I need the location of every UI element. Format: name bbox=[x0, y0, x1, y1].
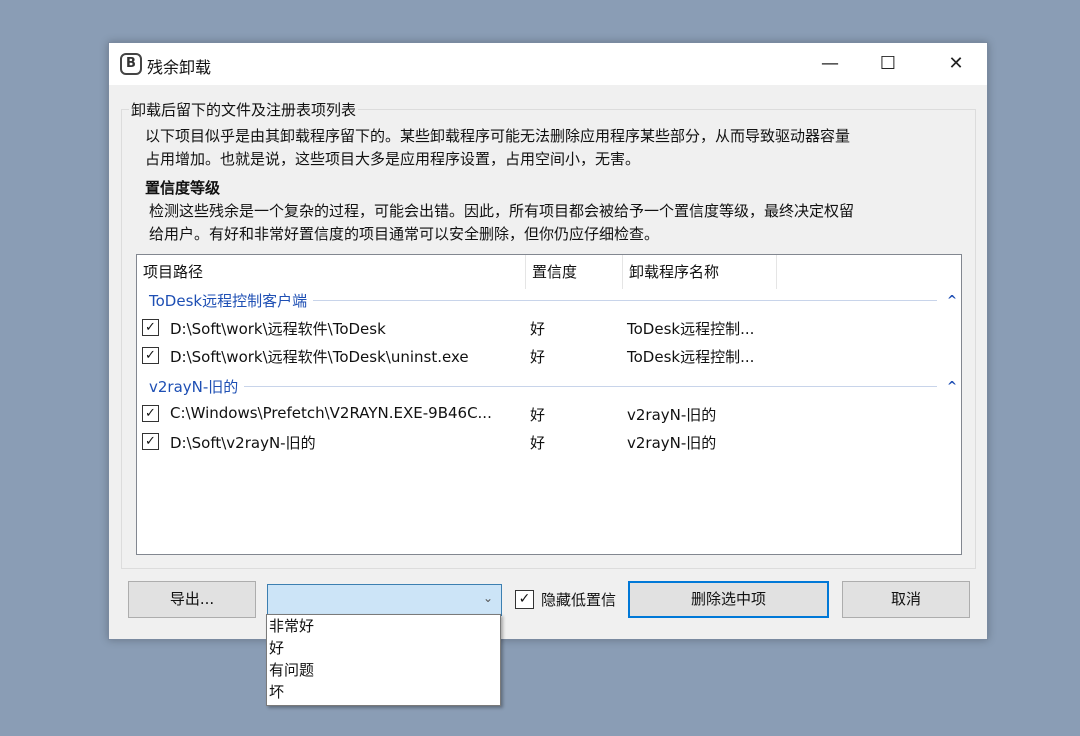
app-icon: B bbox=[120, 53, 142, 75]
dropdown-option[interactable]: 好 bbox=[267, 637, 500, 659]
title-bar: B 残余卸载 — ☐ ✕ bbox=[109, 43, 987, 85]
collapse-chevron-icon[interactable]: ^ bbox=[947, 293, 957, 307]
confidence-dropdown-list[interactable]: 非常好 好 有问题 坏 bbox=[266, 614, 501, 706]
hide-low-label[interactable]: 隐藏低置信 bbox=[541, 589, 616, 610]
chevron-down-icon[interactable]: ⌄ bbox=[483, 591, 493, 605]
item-checkbox[interactable]: ✓ bbox=[142, 319, 159, 336]
leftovers-list[interactable]: 项目路径 置信度 卸载程序名称 ToDesk远程控制客户端 ^ ✓ D:\Soft\… bbox=[136, 254, 962, 555]
intro-text: 以下项目似乎是由其卸载程序留下的。某些卸载程序可能无法删除应用程序某些部分，从而… bbox=[145, 125, 965, 171]
column-header-confidence[interactable]: 置信度 bbox=[526, 255, 623, 289]
item-checkbox[interactable]: ✓ bbox=[142, 405, 159, 422]
confidence-line: 检测这些残余是一个复杂的过程，可能会出错。因此，所有项目都会被给予一个置信度等级… bbox=[149, 202, 855, 220]
confidence-text: 检测这些残余是一个复杂的过程，可能会出错。因此，所有项目都会被给予一个置信度等级… bbox=[149, 200, 969, 246]
confidence-line: 给用户。有好和非常好置信度的项目通常可以安全删除，但你仍应仔细检查。 bbox=[149, 225, 660, 243]
intro-line: 以下项目似乎是由其卸载程序留下的。某些卸载程序可能无法删除应用程序某些部分，从而… bbox=[145, 127, 851, 145]
item-confidence: 好 bbox=[530, 348, 546, 366]
list-item[interactable]: ✓ D:\Soft\work\远程软件\ToDesk\uninst.exe 好 ToD… bbox=[137, 343, 963, 369]
item-checkbox[interactable]: ✓ bbox=[142, 433, 159, 450]
close-button[interactable]: ✕ bbox=[933, 43, 979, 85]
column-header-path[interactable]: 项目路径 bbox=[137, 255, 526, 289]
item-confidence: 好 bbox=[530, 320, 546, 338]
window-title: 残余卸载 bbox=[147, 58, 212, 77]
cancel-button[interactable]: 取消 bbox=[842, 581, 970, 618]
list-item[interactable]: ✓ D:\Soft\work\远程软件\ToDesk 好 ToDesk远程控制... bbox=[137, 315, 963, 341]
item-confidence: 好 bbox=[530, 406, 546, 424]
item-confidence: 好 bbox=[530, 434, 546, 452]
list-item[interactable]: ✓ C:\Windows\Prefetch\V2RAYN.EXE-9B46C...… bbox=[137, 401, 963, 427]
item-program: v2rayN-旧的 bbox=[627, 434, 717, 452]
group-name: v2rayN-旧的 bbox=[149, 377, 239, 396]
group-divider bbox=[313, 299, 937, 301]
group-divider bbox=[244, 385, 937, 387]
item-program: ToDesk远程控制... bbox=[627, 320, 755, 338]
item-program: v2rayN-旧的 bbox=[627, 406, 717, 424]
item-program: ToDesk远程控制... bbox=[627, 348, 755, 366]
item-path: D:\Soft\work\远程软件\ToDesk bbox=[170, 320, 386, 338]
maximize-button[interactable]: ☐ bbox=[865, 43, 911, 85]
confidence-title: 置信度等级 bbox=[145, 179, 221, 197]
collapse-chevron-icon[interactable]: ^ bbox=[947, 379, 957, 393]
group-name: ToDesk远程控制客户端 bbox=[149, 291, 308, 310]
confidence-filter-combo[interactable]: ⌄ bbox=[267, 584, 502, 616]
group-header-v2rayn[interactable]: v2rayN-旧的 ^ bbox=[149, 375, 957, 397]
item-path: D:\Soft\work\远程软件\ToDesk\uninst.exe bbox=[170, 348, 469, 366]
minimize-button[interactable]: — bbox=[807, 43, 853, 85]
dropdown-option[interactable]: 非常好 bbox=[267, 615, 500, 637]
item-checkbox[interactable]: ✓ bbox=[142, 347, 159, 364]
intro-line: 占用增加。也就是说，这些项目大多是应用程序设置，占用空间小，无害。 bbox=[145, 150, 641, 168]
list-item[interactable]: ✓ D:\Soft\v2rayN-旧的 好 v2rayN-旧的 bbox=[137, 429, 963, 455]
delete-selected-button[interactable]: 删除选中项 bbox=[628, 581, 829, 618]
dropdown-option[interactable]: 有问题 bbox=[267, 659, 500, 681]
group-header-todesk[interactable]: ToDesk远程控制客户端 ^ bbox=[149, 289, 957, 311]
item-path: C:\Windows\Prefetch\V2RAYN.EXE-9B46C... bbox=[170, 404, 492, 422]
column-header-program[interactable]: 卸载程序名称 bbox=[623, 255, 777, 289]
export-button[interactable]: 导出... bbox=[128, 581, 256, 618]
item-path: D:\Soft\v2rayN-旧的 bbox=[170, 434, 316, 452]
residual-uninstall-window: B 残余卸载 — ☐ ✕ 卸载后留下的文件及注册表项列表 以下项目似乎是由其卸载… bbox=[108, 42, 988, 640]
hide-low-checkbox[interactable]: ✓ bbox=[515, 590, 534, 609]
group-label: 卸载后留下的文件及注册表项列表 bbox=[129, 99, 359, 120]
dropdown-option[interactable]: 坏 bbox=[267, 681, 500, 703]
